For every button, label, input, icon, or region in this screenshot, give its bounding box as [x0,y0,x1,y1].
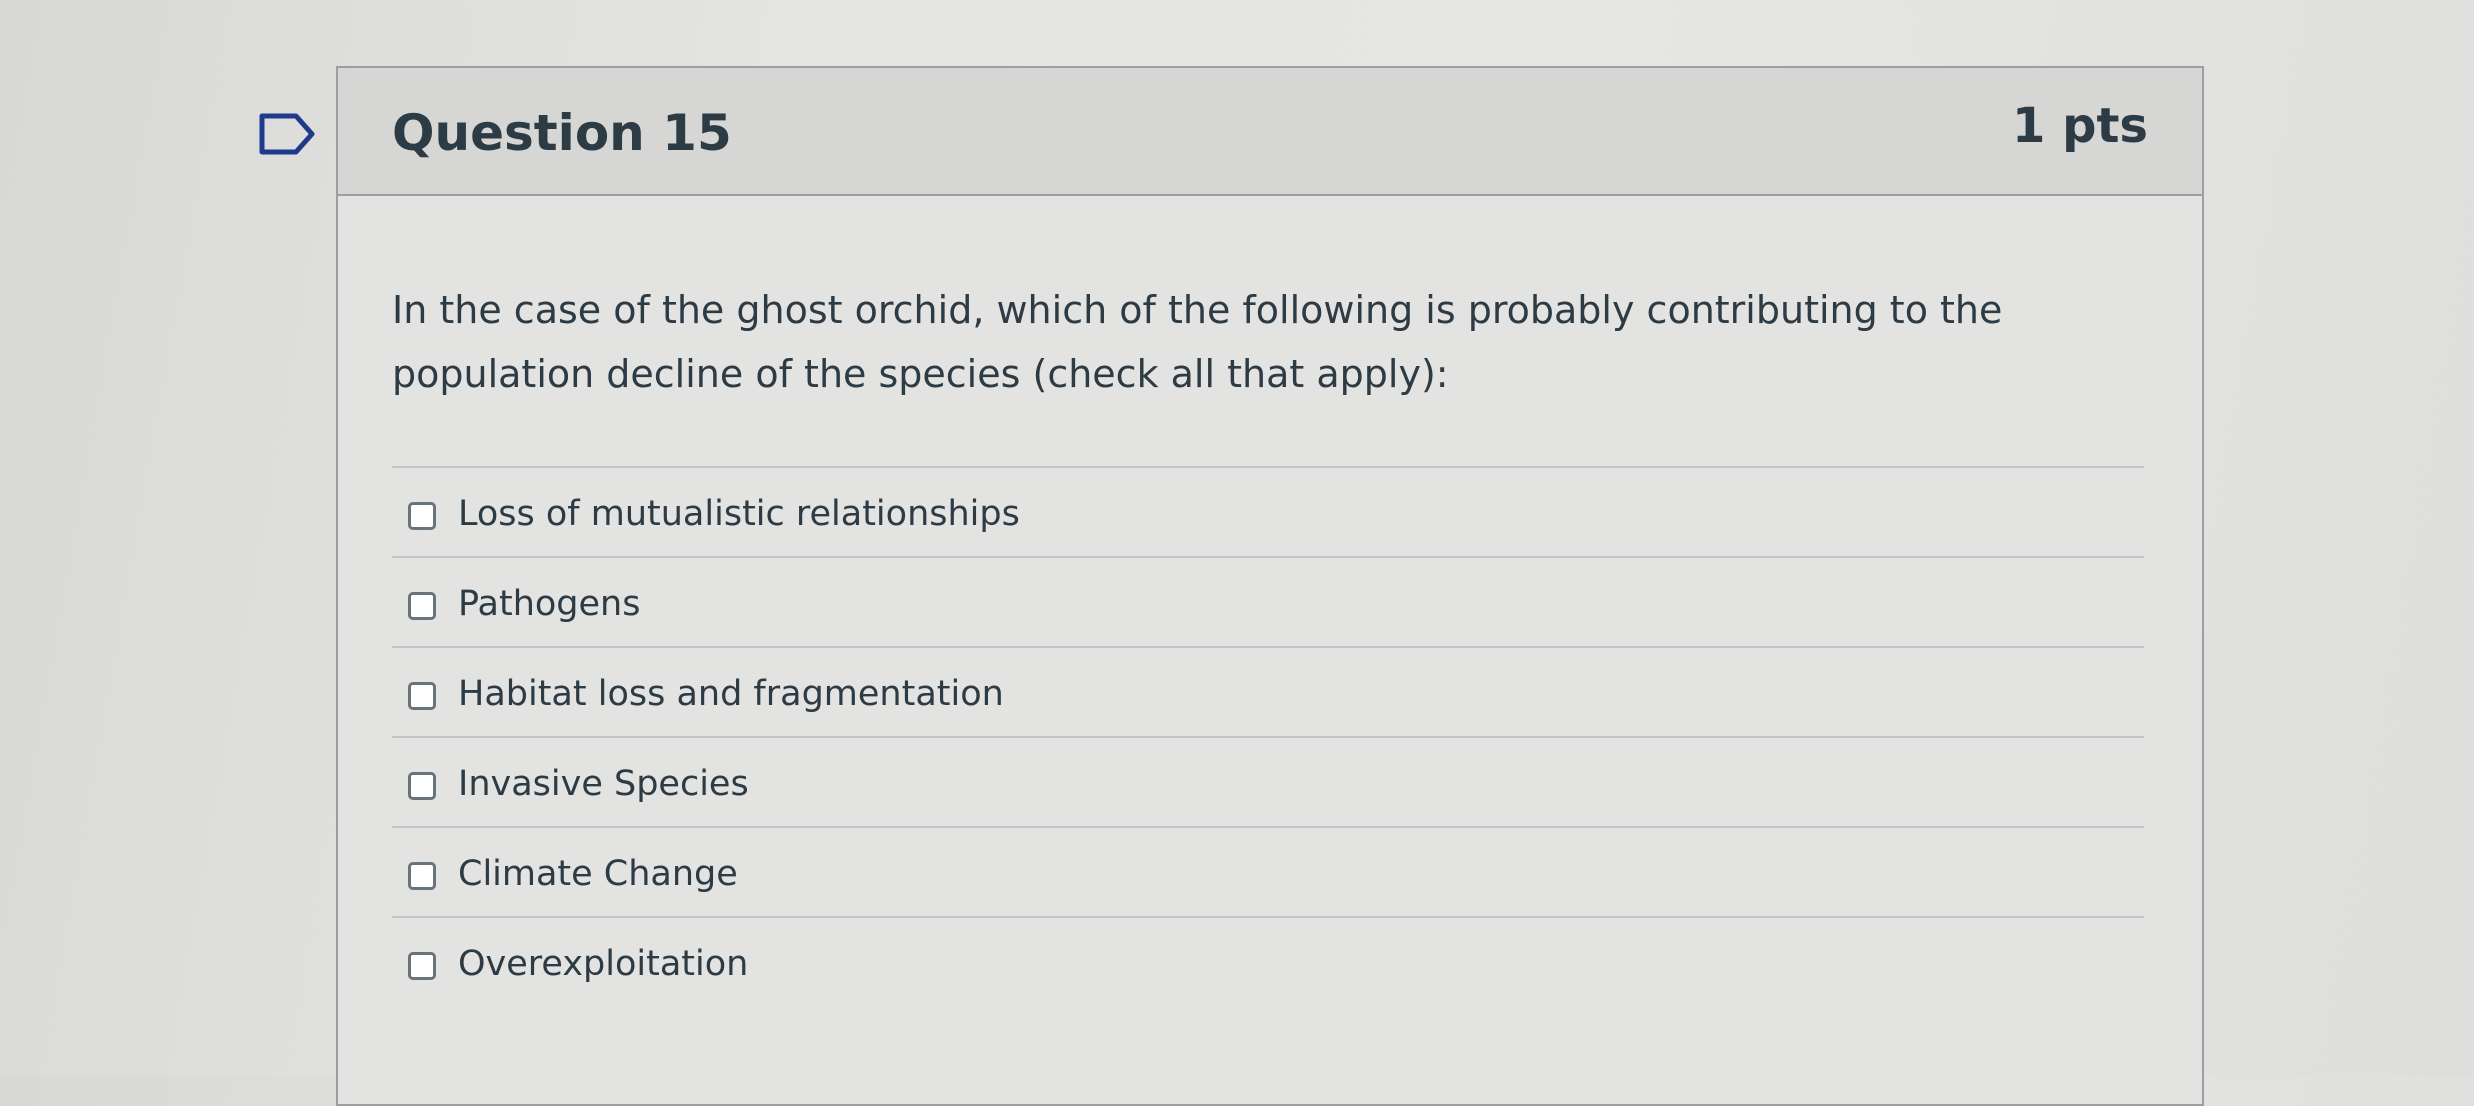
answer-label[interactable]: Pathogens [458,580,640,628]
question-points: 1 pts [2012,98,2148,154]
answer-option[interactable]: Invasive Species [392,738,2144,828]
question-text: In the case of the ghost orchid, which o… [392,288,2003,396]
answer-label[interactable]: Habitat loss and fragmentation [458,670,1004,718]
question-header: Question 15 1 pts [338,68,2202,196]
answer-checkbox[interactable] [408,682,436,710]
answer-label[interactable]: Overexploitation [458,940,748,988]
answer-checkbox[interactable] [408,862,436,890]
answer-option[interactable]: Climate Change [392,828,2144,918]
answer-option[interactable]: Habitat loss and fragmentation [392,648,2144,738]
answer-checkbox[interactable] [408,772,436,800]
flag-question-icon[interactable] [258,112,318,156]
answer-checkbox[interactable] [408,592,436,620]
answer-label[interactable]: Climate Change [458,850,738,898]
answer-label[interactable]: Invasive Species [458,760,749,808]
question-title: Question 15 [392,104,732,162]
answer-checkbox[interactable] [408,502,436,530]
answer-checkbox[interactable] [408,952,436,980]
answer-list: Loss of mutualistic relationships Pathog… [392,468,2144,1008]
answer-option[interactable]: Overexploitation [392,918,2144,1008]
answer-option[interactable]: Loss of mutualistic relationships [392,468,2144,558]
answer-label[interactable]: Loss of mutualistic relationships [458,490,1020,538]
question-card: Question 15 1 pts In the case of the gho… [336,66,2204,1106]
answer-option[interactable]: Pathogens [392,558,2144,648]
